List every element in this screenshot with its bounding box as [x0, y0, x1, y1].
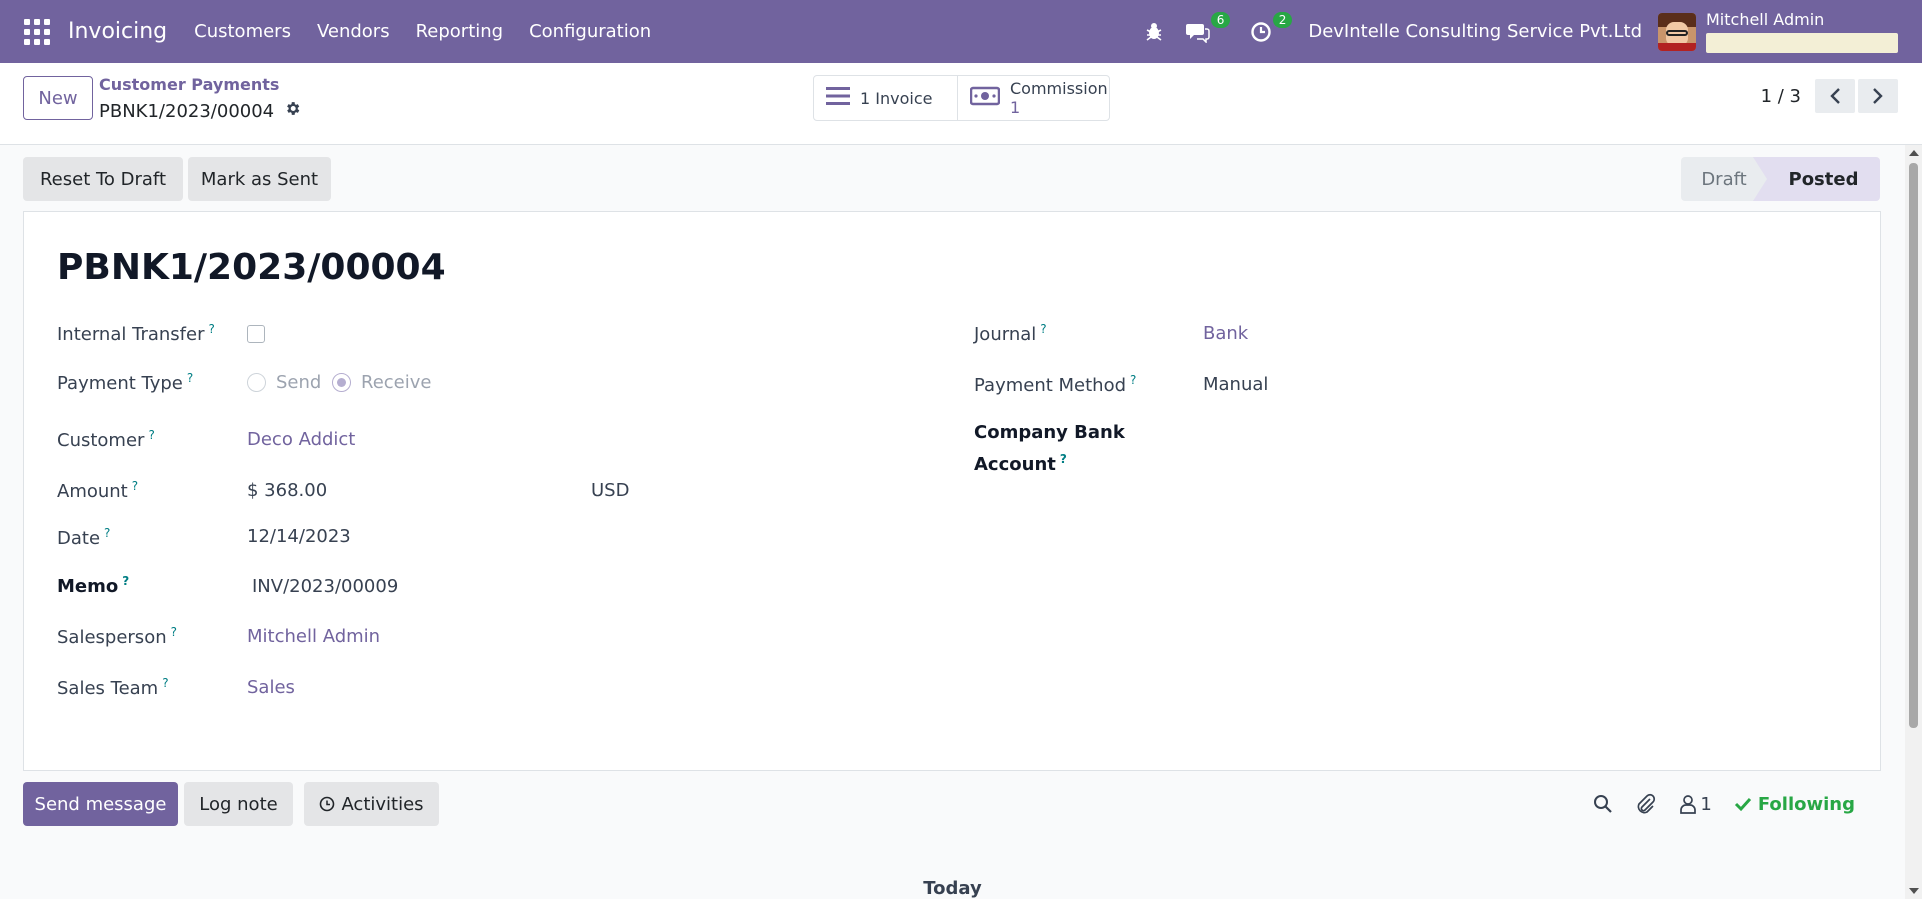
new-button[interactable]: New	[23, 76, 93, 120]
payment-name-title: PBNK1/2023/00004	[57, 247, 446, 288]
today-separator: Today	[923, 878, 982, 899]
company-switcher[interactable]: DevIntelle Consulting Service Pvt.Ltd	[1308, 21, 1642, 42]
activities-button[interactable]: Activities	[304, 782, 439, 826]
menu-configuration[interactable]: Configuration	[516, 21, 664, 42]
date-label: Date?	[57, 526, 111, 549]
payment-method-label: Payment Method?	[974, 373, 1137, 396]
chevron-left-icon	[1830, 88, 1840, 104]
sales-team-value[interactable]: Sales	[247, 677, 295, 698]
search-icon[interactable]	[1593, 794, 1613, 814]
log-note-button[interactable]: Log note	[184, 782, 293, 826]
scroll-down-arrow-icon[interactable]	[1909, 888, 1919, 894]
followers-button[interactable]: 1	[1679, 793, 1712, 815]
user-name: Mitchell Admin	[1706, 9, 1825, 29]
send-message-button[interactable]: Send message	[23, 782, 178, 826]
check-icon	[1734, 797, 1751, 812]
memo-label: Memo?	[57, 574, 130, 597]
user-avatar[interactable]	[1658, 12, 1696, 51]
messages-count-badge: 6	[1210, 11, 1231, 28]
help-icon[interactable]: ?	[187, 371, 193, 385]
database-name-redacted	[1706, 32, 1898, 53]
menu-customers[interactable]: Customers	[181, 21, 304, 42]
date-value: 12/14/2023	[247, 526, 351, 547]
activities-button-label: Activities	[341, 793, 424, 815]
payment-method-value: Manual	[1203, 374, 1269, 395]
help-icon[interactable]: ?	[122, 574, 129, 588]
sales-team-label: Sales Team?	[57, 676, 169, 699]
customer-value[interactable]: Deco Addict	[247, 429, 355, 450]
paperclip-icon[interactable]	[1635, 793, 1657, 815]
payment-type-label: Payment Type?	[57, 371, 194, 394]
amount-label: Amount?	[57, 479, 139, 502]
user-icon	[1680, 795, 1697, 814]
amount-value: $ 368.00	[247, 480, 328, 501]
help-icon[interactable]: ?	[1130, 373, 1136, 387]
debug-bug-icon[interactable]	[1144, 22, 1164, 42]
help-icon[interactable]: ?	[1040, 322, 1046, 336]
memo-input[interactable]: INV/2023/00009	[252, 576, 398, 597]
activities-count-badge: 2	[1272, 11, 1293, 28]
breadcrumb-parent[interactable]: Customer Payments	[99, 75, 301, 94]
commission-smart-label: Commission	[1010, 79, 1108, 98]
help-icon[interactable]: ?	[148, 428, 154, 442]
salesperson-value[interactable]: Mitchell Admin	[247, 626, 380, 647]
top-navbar: Invoicing Customers Vendors Reporting Co…	[0, 0, 1922, 63]
list-icon	[826, 86, 850, 110]
activities-clock-icon[interactable]: 2	[1250, 11, 1293, 43]
help-icon[interactable]: ?	[1060, 452, 1067, 466]
status-posted: Posted	[1753, 157, 1880, 201]
vertical-scrollbar[interactable]	[1905, 145, 1922, 899]
messages-icon[interactable]: 6	[1186, 11, 1231, 43]
commission-smart-value: 1	[1010, 98, 1021, 117]
reset-to-draft-button[interactable]: Reset To Draft	[23, 157, 183, 201]
payment-type-receive-radio[interactable]: Receive	[332, 372, 431, 393]
following-button[interactable]: Following	[1734, 794, 1855, 815]
journal-label: Journal?	[974, 322, 1047, 345]
journal-value[interactable]: Bank	[1203, 323, 1248, 344]
pager-next-button[interactable]	[1858, 79, 1898, 113]
internal-transfer-label: Internal Transfer?	[57, 322, 215, 345]
help-icon[interactable]: ?	[208, 322, 214, 336]
form-view: Reset To Draft Mark as Sent Draft Posted…	[0, 145, 1905, 899]
menu-reporting[interactable]: Reporting	[403, 21, 517, 42]
user-menu[interactable]: Mitchell Admin	[1706, 9, 1898, 53]
mark-as-sent-button[interactable]: Mark as Sent	[188, 157, 331, 201]
help-icon[interactable]: ?	[171, 625, 177, 639]
invoice-smart-button[interactable]: 1 Invoice	[814, 76, 957, 120]
company-bank-account-label: Company Bank Account?	[974, 422, 1125, 475]
pager-value[interactable]: 1 / 3	[1761, 86, 1801, 107]
help-icon[interactable]: ?	[104, 526, 110, 540]
invoice-smart-label: 1 Invoice	[860, 88, 933, 108]
chevron-right-icon	[1873, 88, 1883, 104]
internal-transfer-checkbox[interactable]	[247, 325, 265, 343]
form-sheet: PBNK1/2023/00004 Internal Transfer? Paym…	[23, 211, 1881, 771]
scroll-thumb[interactable]	[1909, 163, 1918, 728]
app-name[interactable]: Invoicing	[68, 19, 167, 44]
status-bar: Draft Posted	[1681, 157, 1880, 201]
pager-previous-button[interactable]	[1815, 79, 1855, 113]
gear-icon[interactable]	[284, 100, 301, 122]
control-panel: New Customer Payments PBNK1/2023/00004 1…	[0, 63, 1922, 145]
chatter-tools: 1 Following	[1571, 782, 1855, 826]
scroll-up-arrow-icon[interactable]	[1909, 150, 1919, 156]
breadcrumb: Customer Payments PBNK1/2023/00004	[99, 75, 301, 122]
salesperson-label: Salesperson?	[57, 625, 177, 648]
clock-icon	[319, 796, 335, 812]
breadcrumb-current-label: PBNK1/2023/00004	[99, 100, 275, 122]
apps-menu-icon[interactable]	[24, 18, 50, 45]
currency-value: USD	[591, 480, 630, 501]
help-icon[interactable]: ?	[162, 676, 168, 690]
payment-type-send-radio[interactable]: Send	[247, 372, 321, 393]
menu-vendors[interactable]: Vendors	[304, 21, 403, 42]
pager: 1 / 3	[1761, 79, 1898, 113]
money-icon	[969, 86, 1001, 110]
following-label: Following	[1757, 793, 1855, 815]
help-icon[interactable]: ?	[132, 479, 138, 493]
commission-smart-button[interactable]: Commission 1	[957, 76, 1109, 120]
breadcrumb-current: PBNK1/2023/00004	[99, 100, 301, 122]
smart-buttons: 1 Invoice Commission 1	[813, 75, 1110, 121]
followers-count: 1	[1700, 793, 1712, 815]
customer-label: Customer?	[57, 428, 155, 451]
